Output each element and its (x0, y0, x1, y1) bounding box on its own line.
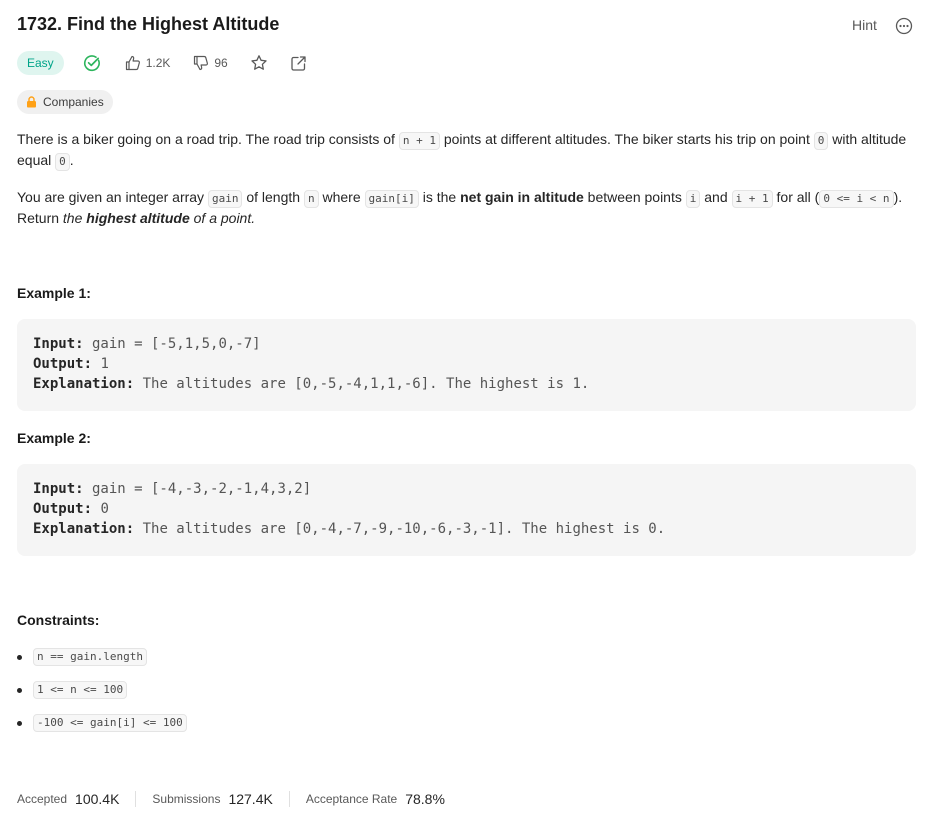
acceptance-rate-value: 78.8% (405, 791, 445, 807)
more-icon (895, 17, 913, 35)
constraint-item: 1 <= n <= 100 (17, 681, 128, 699)
text-segment: You are given an integer array (17, 189, 208, 205)
text-segment: ). (893, 189, 903, 205)
constraint-code: n == gain.length (33, 648, 147, 666)
constraint-item: n == gain.length (17, 648, 147, 666)
example-2-heading: Example 2: (17, 430, 91, 446)
like-count: 1.2K (145, 56, 171, 70)
italic-text: the (62, 210, 87, 226)
share-button[interactable] (290, 55, 307, 72)
explanation-label: Explanation: (33, 521, 135, 537)
thumbs-up-icon (125, 55, 140, 71)
bullet (17, 687, 22, 693)
text-segment: . (69, 152, 74, 168)
solved-status (83, 54, 101, 72)
problem-title: 1732. Find the Highest Altitude (17, 14, 280, 34)
example-output: 1 (92, 356, 109, 372)
bold-text: net gain in altitude (460, 189, 584, 205)
text-segment: is the (418, 189, 461, 205)
explanation-label: Explanation: (33, 376, 135, 392)
text-segment: for all ( (772, 189, 820, 205)
inline-code: 0 <= i < n (819, 190, 894, 208)
favorite-button[interactable] (250, 54, 268, 72)
inline-code: gain (207, 190, 243, 208)
accepted-label: Accepted (17, 792, 68, 806)
output-label: Output: (33, 501, 93, 517)
example-input: gain = [-5,1,5,0,-7] (83, 336, 261, 352)
description-paragraph-2: You are given an integer array gain of l… (17, 187, 917, 229)
text-segment: where (318, 189, 365, 205)
companies-button[interactable]: Companies (17, 90, 113, 114)
lock-icon (27, 96, 36, 108)
bullet (17, 720, 22, 726)
check-circle-icon (83, 55, 100, 72)
bold-italic-text: highest altitude (86, 210, 190, 226)
text-segment: There is a biker going on a road trip. T… (17, 131, 399, 147)
inline-code: i + 1 (731, 190, 773, 208)
example-output: 0 (92, 501, 109, 517)
share-icon (291, 55, 306, 71)
example-explanation: The altitudes are [0,-4,-7,-9,-10,-6,-3,… (134, 521, 666, 537)
divider (288, 791, 290, 807)
bullet (17, 654, 22, 660)
text-segment: Return (17, 210, 63, 226)
submission-stats: Accepted 100.4K Submissions 127.4K Accep… (17, 790, 445, 808)
input-label: Input: (33, 481, 84, 497)
example-explanation: The altitudes are [0,-5,-4,1,1,-6]. The … (134, 376, 590, 392)
text-segment: of length (242, 189, 304, 205)
star-icon (251, 55, 267, 70)
problem-meta-bar: Easy 1.2K 96 (17, 51, 307, 75)
thumbs-down-icon (194, 55, 209, 71)
text-segment: points at different altitudes. The biker… (439, 131, 814, 147)
inline-code: gain[i] (364, 190, 419, 208)
constraints-heading: Constraints: (17, 612, 100, 628)
input-label: Input: (33, 336, 84, 352)
acceptance-rate-label: Acceptance Rate (305, 792, 398, 806)
example-1-heading: Example 1: (17, 285, 91, 301)
divider (135, 791, 137, 807)
italic-text: of a point. (189, 210, 256, 226)
submissions-label: Submissions (152, 792, 221, 806)
inline-code: n + 1 (398, 132, 440, 150)
example-2-block: Input: gain = [-4,-3,-2,-1,4,3,2] Output… (17, 464, 916, 556)
hint-button[interactable]: Hint (852, 17, 877, 33)
accepted-value: 100.4K (75, 791, 120, 807)
output-label: Output: (33, 356, 93, 372)
text-segment: and (700, 189, 732, 205)
inline-code: 0 (55, 153, 70, 171)
example-input: gain = [-4,-3,-2,-1,4,3,2] (83, 481, 312, 497)
text-segment: between points (583, 189, 686, 205)
submissions-value: 127.4K (228, 791, 273, 807)
constraint-code: 1 <= n <= 100 (33, 681, 128, 699)
dislike-button[interactable]: 96 (193, 55, 228, 71)
constraint-code: -100 <= gain[i] <= 100 (33, 714, 187, 732)
companies-label: Companies (43, 95, 104, 109)
inline-code: n (303, 190, 319, 208)
more-options-button[interactable] (895, 17, 913, 35)
constraint-item: -100 <= gain[i] <= 100 (17, 714, 187, 732)
like-button[interactable]: 1.2K (125, 55, 171, 71)
example-1-block: Input: gain = [-5,1,5,0,-7] Output: 1 Ex… (17, 319, 916, 411)
inline-code: i (685, 190, 701, 208)
difficulty-badge: Easy (17, 51, 64, 75)
inline-code: 0 (813, 132, 829, 150)
description-paragraph-1: There is a biker going on a road trip. T… (17, 129, 917, 171)
dislike-count: 96 (214, 56, 228, 70)
